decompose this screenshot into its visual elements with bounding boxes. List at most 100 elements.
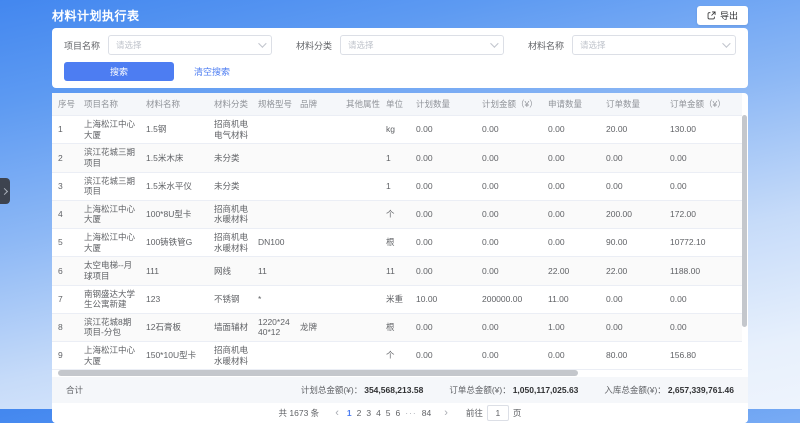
table-cell: 123 [140,285,208,313]
page-button[interactable]: 6 [396,408,401,418]
page-button[interactable]: 5 [386,408,391,418]
main-content: 材料计划执行表 导出 项目名称请选择材料分类请选择材料名称请选择 搜索 清空搜索… [52,0,748,423]
table-row: 7南钢盛达大学生公寓新建123不锈钢*米重10.00200000.0011.00… [52,285,742,313]
table-cell: 12石膏板 [140,313,208,341]
table-cell: 上海松江中心大厦 [78,342,140,370]
filter-row: 项目名称请选择材料分类请选择材料名称请选择 [64,35,736,55]
column-header: 计划数量 [410,93,476,116]
table-cell: 22.00 [542,257,600,285]
table-cell: 11 [380,257,410,285]
table-cell: 不锈钢 [208,285,252,313]
table-cell: 0.00 [410,144,476,172]
export-button[interactable]: 导出 [697,6,748,25]
table-row: 9上海松江中心大厦150*10U型卡招商机电水暖材料个0.000.000.008… [52,342,742,370]
page-button[interactable]: 3 [366,408,371,418]
table-header-row: 序号项目名称材料名称材料分类规格型号品牌其他属性单位计划数量计划金额（¥）申请数… [52,93,742,116]
table-cell: 3 [52,172,78,200]
filter-item: 项目名称请选择 [64,35,272,55]
table-cell: 0.00 [410,342,476,370]
table-cell: 墙面辅材 [208,313,252,341]
table-cell: 0.00 [542,200,600,228]
filter-select[interactable]: 请选择 [340,35,504,55]
column-header: 订单金额（¥） [664,93,742,116]
page-button[interactable]: 1 [347,408,352,418]
table-row: 1上海松江中心大厦1.5钢招商机电电气材料kg0.000.000.0020.00… [52,116,742,144]
report-table-card: 序号项目名称材料名称材料分类规格型号品牌其他属性单位计划数量计划金额（¥）申请数… [52,93,748,423]
column-header: 单位 [380,93,410,116]
page-button[interactable]: 84 [422,408,431,418]
horizontal-scrollbar[interactable] [58,370,578,376]
table-cell: 0.00 [476,229,542,257]
table-cell: 网线 [208,257,252,285]
table-cell: 1.00 [542,313,600,341]
table-cell: 0.00 [476,172,542,200]
table-cell: 11.00 [542,285,600,313]
page-button[interactable]: 4 [376,408,381,418]
table-cell: 0.00 [410,257,476,285]
column-header: 申请数量 [542,93,600,116]
page-title: 材料计划执行表 [52,7,140,24]
table-cell: 龙牌 [294,313,340,341]
table-cell: 1 [380,144,410,172]
search-button[interactable]: 搜索 [64,62,174,81]
table-cell: DN100 [252,229,294,257]
table-cell: 滨江花城三期项目 [78,144,140,172]
table-cell: 上海松江中心大厦 [78,229,140,257]
report-table: 序号项目名称材料名称材料分类规格型号品牌其他属性单位计划数量计划金额（¥）申请数… [52,93,742,370]
table-cell: 0.00 [410,200,476,228]
table-cell: 22.00 [600,257,664,285]
chevron-right-icon [0,187,7,194]
page-button[interactable]: 2 [357,408,362,418]
table-cell: 5 [52,229,78,257]
vertical-scrollbar[interactable] [742,115,747,327]
column-header: 材料分类 [208,93,252,116]
filter-label: 材料分类 [296,39,332,52]
filter-select[interactable]: 请选择 [572,35,736,55]
table-cell: 0.00 [410,116,476,144]
page-ellipsis[interactable]: ··· [405,408,417,418]
table-cell: 10772.10 [664,229,742,257]
prev-page-button[interactable]: ‹ [332,408,342,419]
table-cell: 100*8U型卡 [140,200,208,228]
filter-select[interactable]: 请选择 [108,35,272,55]
table-cell [294,172,340,200]
summary-total-item: 订单总金额(¥)：1,050,117,025.63 [449,384,578,396]
next-page-button[interactable]: › [441,408,451,419]
table-cell: 1.5钢 [140,116,208,144]
table-cell: 0.00 [476,116,542,144]
summary-totals: 计划总金额(¥)：354,568,213.58订单总金额(¥)：1,050,11… [301,384,734,396]
chevron-down-icon [722,39,730,47]
table-cell: 招商机电电气材料 [208,116,252,144]
filter-panel: 项目名称请选择材料分类请选择材料名称请选择 搜索 清空搜索 [52,28,748,88]
table-cell: 1.5米木床 [140,144,208,172]
table-cell: 招商机电水暖材料 [208,200,252,228]
table-cell: 0.00 [664,313,742,341]
table-cell: 上海松江中心大厦 [78,116,140,144]
table-cell [252,200,294,228]
table-cell: 0.00 [542,172,600,200]
table-cell [340,342,380,370]
chevron-down-icon [258,39,266,47]
table-cell [340,285,380,313]
summary-total-item: 入库总金额(¥)：2,657,339,761.46 [604,384,734,396]
summary-row: 合计 计划总金额(¥)：354,568,213.58订单总金额(¥)：1,050… [52,377,748,403]
table-cell: 个 [380,342,410,370]
table-cell [340,200,380,228]
table-cell: 6 [52,257,78,285]
table-cell [294,285,340,313]
table-cell: 招商机电水暖材料 [208,342,252,370]
table-cell: 156.80 [664,342,742,370]
column-header: 计划金额（¥） [476,93,542,116]
goto-page-input[interactable] [487,405,509,421]
table-row: 6太空电梯--月球项目111网线11110.000.0022.0022.0011… [52,257,742,285]
table-cell: 上海松江中心大厦 [78,200,140,228]
clear-search-link[interactable]: 清空搜索 [194,65,230,78]
table-cell: 0.00 [600,313,664,341]
export-button-label: 导出 [720,9,738,22]
table-row: 2滨江花城三期项目1.5米木床未分类10.000.000.000.000.00 [52,144,742,172]
table-cell [252,144,294,172]
sidebar-collapse-handle[interactable] [0,178,10,204]
table-cell: 11 [252,257,294,285]
table-cell: 根 [380,313,410,341]
table-cell: 8 [52,313,78,341]
